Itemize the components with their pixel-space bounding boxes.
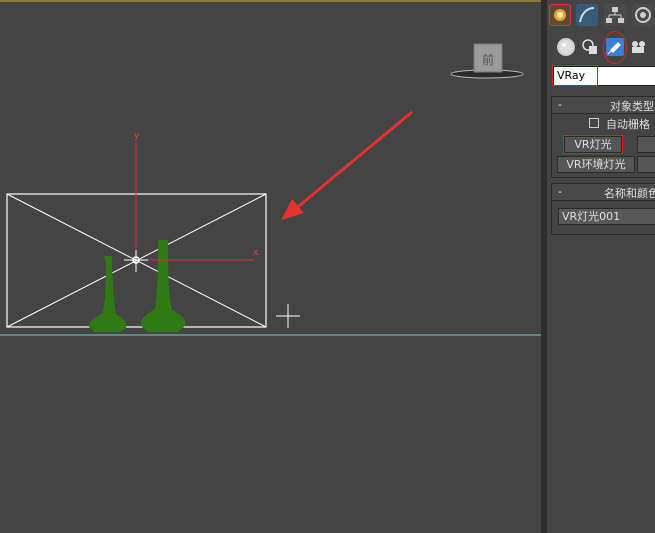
collapse-toggle[interactable]: - bbox=[558, 98, 562, 111]
cameras-icon bbox=[632, 41, 645, 53]
light-center-icon bbox=[124, 250, 148, 272]
lights-tab[interactable] bbox=[606, 38, 624, 56]
viewport-canvas[interactable]: 前 y x bbox=[0, 2, 541, 533]
name-color-rollout: - 名称和颜色 VR灯光001 bbox=[551, 183, 655, 235]
crosshair-cursor-icon bbox=[276, 304, 300, 328]
viewcube-label: 前 bbox=[482, 52, 494, 67]
modify-tab[interactable] bbox=[576, 4, 598, 26]
motion-icon bbox=[635, 7, 651, 23]
object-type-header[interactable]: - 对象类型 bbox=[552, 97, 655, 114]
object-type-button-slot[interactable] bbox=[637, 156, 655, 173]
transform-gizmo[interactable]: y x bbox=[124, 131, 259, 272]
vr-light-highlight bbox=[563, 135, 623, 154]
shapes-tab[interactable] bbox=[581, 38, 599, 56]
cameras-tab[interactable] bbox=[630, 38, 648, 56]
hierarchy-tab[interactable] bbox=[604, 4, 626, 26]
modify-icon bbox=[579, 7, 595, 23]
command-panel: VRay - 对象类型 自动栅格 VR灯光 VR环境灯光 - 名称和颜色 VR灯… bbox=[547, 0, 655, 533]
autogrid-checkbox[interactable] bbox=[589, 118, 599, 128]
dropdown-highlight bbox=[552, 65, 598, 86]
name-color-header[interactable]: - 名称和颜色 bbox=[552, 184, 655, 201]
object-name-field[interactable]: VR灯光001 bbox=[558, 208, 655, 225]
annotation-arrow bbox=[281, 110, 413, 220]
geometry-icon bbox=[559, 40, 573, 54]
collapse-toggle[interactable]: - bbox=[558, 185, 562, 198]
geometry-tab[interactable] bbox=[557, 38, 575, 56]
object-type-title: 对象类型 bbox=[610, 100, 654, 113]
green-vases[interactable] bbox=[88, 240, 186, 332]
hierarchy-icon bbox=[606, 7, 624, 23]
vr-ambient-light-button[interactable]: VR环境灯光 bbox=[557, 156, 635, 173]
autogrid-label: 自动栅格 bbox=[606, 118, 650, 131]
gizmo-x-label: x bbox=[253, 248, 259, 258]
create-icon bbox=[554, 9, 566, 21]
object-type-rollout: - 对象类型 自动栅格 VR灯光 VR环境灯光 bbox=[551, 96, 655, 178]
object-type-button-slot[interactable] bbox=[637, 136, 655, 153]
shapes-icon bbox=[582, 39, 597, 54]
lights-icon bbox=[607, 42, 621, 55]
gizmo-y-label: y bbox=[134, 131, 140, 141]
viewcube[interactable]: 前 bbox=[450, 43, 524, 79]
name-color-title: 名称和颜色 bbox=[604, 187, 655, 200]
create-tab[interactable] bbox=[549, 4, 571, 26]
motion-tab[interactable] bbox=[632, 4, 654, 26]
perspective-viewport[interactable]: 前 y x bbox=[0, 0, 541, 533]
